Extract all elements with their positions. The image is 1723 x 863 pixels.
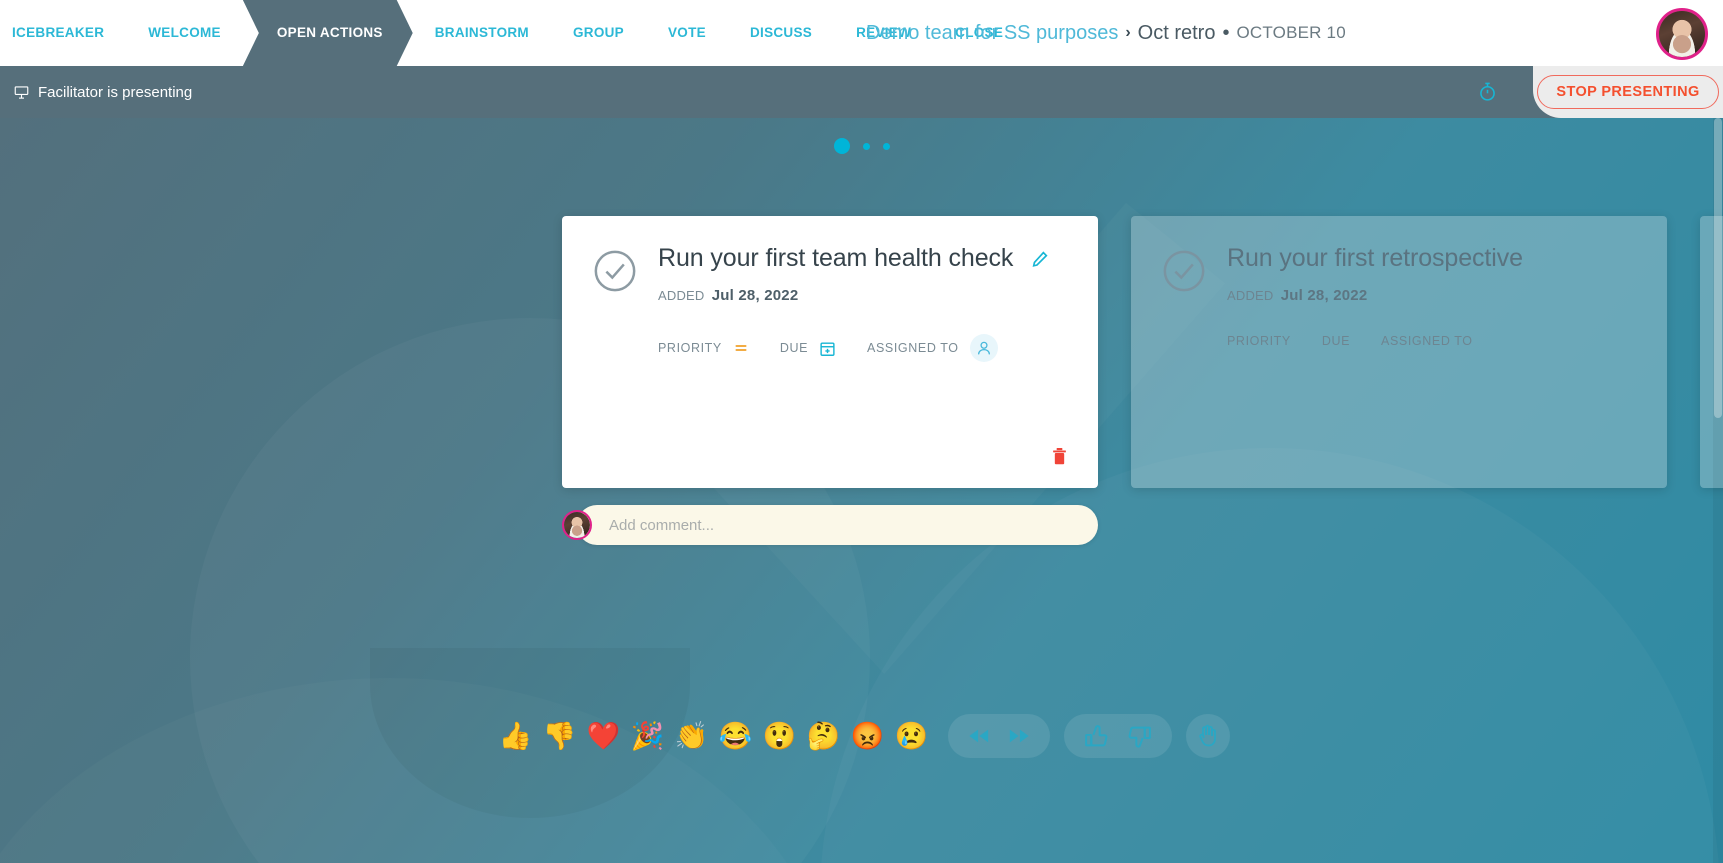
- background-watermark-arc: [0, 678, 840, 863]
- action-card-added: ADDED Jul 28, 2022: [658, 287, 1068, 304]
- check-circle-icon[interactable]: [592, 248, 638, 299]
- action-card-title-row: Run your first retrospective: [1227, 244, 1637, 273]
- action-card-meta: PRIORITY DUE ASSIGNED TO: [658, 334, 1068, 362]
- presenting-status: Facilitator is presenting: [14, 66, 192, 118]
- avatar-photo: [564, 512, 590, 538]
- priority-label[interactable]: PRIORITY: [1227, 334, 1291, 348]
- stopwatch-icon[interactable]: [1477, 82, 1498, 103]
- pagination-dot-2[interactable]: [862, 142, 870, 150]
- medium-priority-icon[interactable]: [733, 340, 749, 356]
- vertical-scrollbar[interactable]: [1713, 118, 1723, 863]
- avatar-photo: [1659, 11, 1705, 57]
- stop-presenting-panel: STOP PRESENTING: [1533, 66, 1723, 118]
- thumbs-down-outline-icon[interactable]: [1127, 724, 1152, 749]
- breadcrumb-date: OCTOBER 10: [1236, 23, 1346, 42]
- person-icon[interactable]: [969, 334, 998, 362]
- due-label[interactable]: DUE: [780, 341, 808, 355]
- assigned-to-label[interactable]: ASSIGNED TO: [867, 341, 959, 355]
- pencil-icon[interactable]: [1031, 250, 1049, 268]
- playback-controls-pill: [947, 714, 1050, 758]
- breadcrumb-team-link[interactable]: Demo team for SS purposes: [866, 22, 1118, 45]
- action-card-title: Run your first retrospective: [1227, 244, 1523, 272]
- nav-tab-icebreaker[interactable]: ICEBREAKER: [0, 0, 126, 66]
- nav-tab-welcome[interactable]: WELCOME: [126, 0, 243, 66]
- presentation-screen-icon: [14, 85, 29, 100]
- action-card-title-row: Run your first team health check: [658, 244, 1068, 273]
- breadcrumb-dot: •: [1222, 21, 1230, 44]
- user-avatar[interactable]: [1656, 8, 1708, 60]
- comment-avatar: [562, 510, 592, 540]
- action-card-header: Run your first retrospective ADDED Jul 2…: [1161, 244, 1637, 348]
- rewind-icon[interactable]: [968, 728, 990, 744]
- laughing-emoji[interactable]: 😂: [714, 722, 758, 750]
- action-card-meta: PRIORITY DUE ASSIGNED TO: [1227, 334, 1637, 348]
- action-card-header: Run your first team health check ADDED J…: [592, 244, 1068, 362]
- priority-label[interactable]: PRIORITY: [658, 341, 722, 355]
- breadcrumb: Demo team for SS purposes › Oct retro • …: [866, 0, 1346, 66]
- action-card-body: Run your first team health check ADDED J…: [658, 244, 1068, 362]
- comment-input[interactable]: [577, 505, 1098, 545]
- presenting-status-label: Facilitator is presenting: [38, 83, 193, 101]
- presenting-bar: Facilitator is presenting STOP PRESENTIN…: [0, 66, 1723, 118]
- angry-emoji[interactable]: 😡: [846, 722, 890, 750]
- heart-emoji[interactable]: ❤️: [582, 722, 626, 750]
- raised-hand-icon[interactable]: [1196, 724, 1220, 748]
- due-label[interactable]: DUE: [1322, 334, 1350, 348]
- thumbs-up-emoji[interactable]: 👍: [494, 722, 538, 750]
- crying-emoji[interactable]: 😢: [890, 722, 934, 750]
- assigned-to-label[interactable]: ASSIGNED TO: [1381, 334, 1473, 348]
- thumbs-down-emoji[interactable]: 👎: [538, 722, 582, 750]
- astonished-emoji[interactable]: 😲: [758, 722, 802, 750]
- scrollbar-thumb[interactable]: [1714, 118, 1722, 418]
- comment-composer: [562, 505, 1098, 545]
- thinking-emoji[interactable]: 🤔: [802, 722, 846, 750]
- nav-tab-vote[interactable]: VOTE: [646, 0, 728, 66]
- app-root: ICEBREAKER WELCOME OPEN ACTIONS BRAINSTO…: [0, 0, 1723, 863]
- action-card-active[interactable]: Run your first team health check ADDED J…: [562, 216, 1098, 488]
- pagination-dot-1[interactable]: [833, 138, 850, 154]
- trash-icon[interactable]: [1051, 447, 1068, 466]
- nav-tab-open-actions[interactable]: OPEN ACTIONS: [243, 0, 413, 66]
- meeting-canvas: Run your first team health check ADDED J…: [0, 118, 1723, 863]
- action-card-next[interactable]: Run your first retrospective ADDED Jul 2…: [1131, 216, 1667, 488]
- added-date: Jul 28, 2022: [1280, 287, 1368, 304]
- reaction-toolbar: 👍 👎 ❤️ 🎉 👏 😂 😲 🤔 😡 😢: [0, 714, 1723, 758]
- top-bar: ICEBREAKER WELCOME OPEN ACTIONS BRAINSTO…: [0, 0, 1723, 66]
- raise-hand-pill[interactable]: [1185, 714, 1230, 758]
- added-label: ADDED: [1227, 288, 1274, 303]
- clapping-emoji[interactable]: 👏: [670, 722, 714, 750]
- action-cards-carousel: Run your first team health check ADDED J…: [0, 216, 1723, 506]
- action-card-added: ADDED Jul 28, 2022: [1227, 287, 1637, 304]
- thumbs-up-outline-icon[interactable]: [1084, 724, 1109, 749]
- action-card-title: Run your first team health check: [658, 244, 1014, 272]
- vote-controls-pill: [1063, 714, 1172, 758]
- added-date: Jul 28, 2022: [711, 287, 799, 304]
- breadcrumb-separator: ›: [1125, 24, 1131, 41]
- breadcrumb-meeting: Oct retro: [1137, 21, 1216, 44]
- fast-forward-icon[interactable]: [1008, 728, 1030, 744]
- carousel-pagination: [0, 138, 1723, 154]
- pagination-dot-3[interactable]: [882, 142, 890, 150]
- stop-presenting-button[interactable]: STOP PRESENTING: [1537, 75, 1719, 109]
- action-card-body: Run your first retrospective ADDED Jul 2…: [1227, 244, 1637, 348]
- party-popper-emoji[interactable]: 🎉: [626, 722, 670, 750]
- nav-tab-group[interactable]: GROUP: [551, 0, 646, 66]
- calendar-add-icon[interactable]: [819, 340, 836, 357]
- added-label: ADDED: [658, 288, 705, 303]
- nav-tab-brainstorm[interactable]: BRAINSTORM: [413, 0, 551, 66]
- nav-tab-discuss[interactable]: DISCUSS: [728, 0, 834, 66]
- check-circle-icon[interactable]: [1161, 248, 1207, 299]
